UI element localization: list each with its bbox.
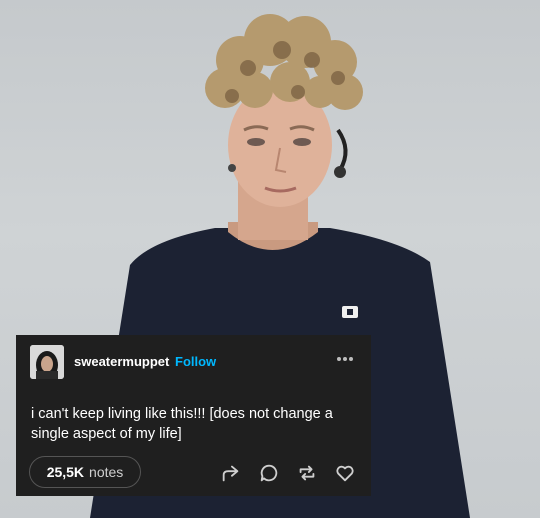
post-header: sweatermuppet Follow bbox=[30, 345, 359, 379]
share-icon[interactable] bbox=[220, 462, 242, 484]
reblog-icon[interactable] bbox=[296, 462, 318, 484]
avatar-image bbox=[30, 345, 64, 379]
post-body-text: i can't keep living like this!!! [does n… bbox=[31, 406, 333, 442]
post-actions bbox=[220, 462, 356, 484]
avatar[interactable] bbox=[30, 345, 64, 379]
tumblr-post: sweatermuppet Follow i can't keep living… bbox=[16, 335, 371, 496]
notes-count: 25,5K bbox=[46, 464, 85, 480]
reply-icon[interactable] bbox=[258, 462, 280, 484]
notes-button[interactable]: 25,5K notes bbox=[29, 456, 141, 488]
notes-label: notes bbox=[89, 464, 124, 480]
username[interactable]: sweatermuppet bbox=[74, 354, 169, 369]
more-options-icon[interactable] bbox=[335, 352, 355, 366]
follow-button[interactable]: Follow bbox=[175, 354, 216, 369]
heart-icon[interactable] bbox=[334, 462, 356, 484]
